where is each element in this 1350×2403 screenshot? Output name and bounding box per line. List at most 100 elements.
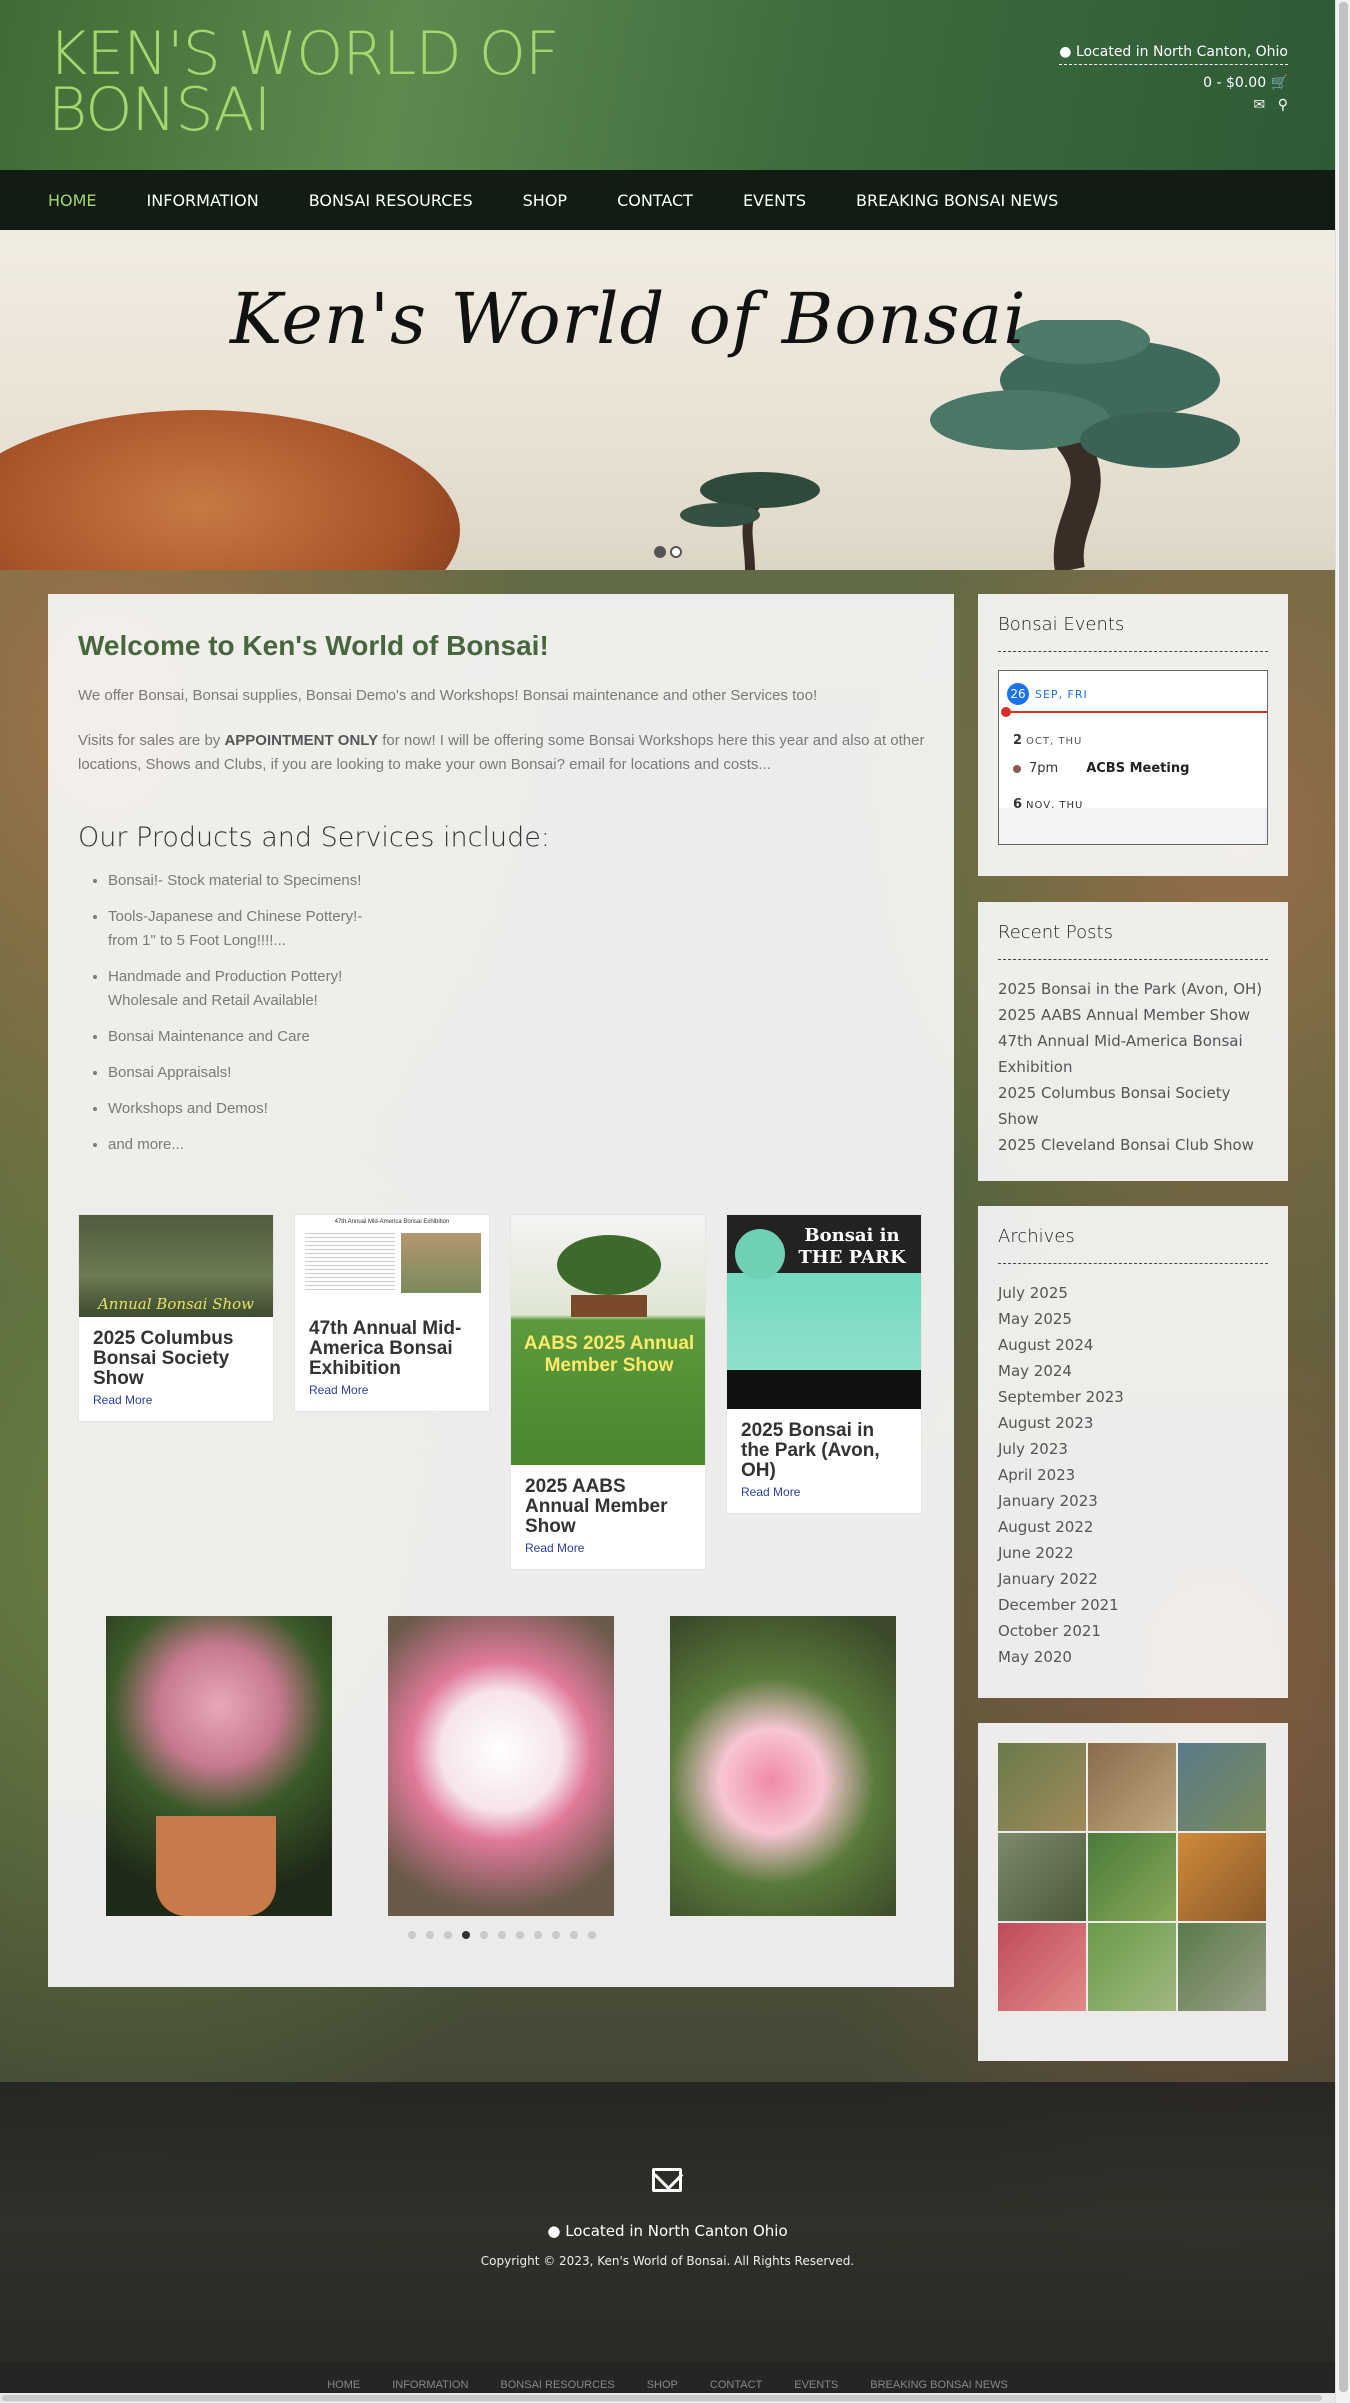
archive-link[interactable]: August 2022 bbox=[998, 1514, 1268, 1540]
post-card-aabs[interactable]: AABS 2025 Annual Member Show 2025 AABS A… bbox=[510, 1214, 706, 1570]
gallery-image-azalea-pot[interactable] bbox=[106, 1616, 332, 1916]
post-title[interactable]: 47th Annual Mid-America Bonsai Exhibitio… bbox=[295, 1307, 489, 1379]
archive-link[interactable]: April 2023 bbox=[998, 1462, 1268, 1488]
photo-thumbnail[interactable] bbox=[998, 1833, 1086, 1921]
envelope-icon[interactable]: ✉ bbox=[1254, 97, 1266, 113]
read-more-link[interactable]: Read More bbox=[79, 1389, 273, 1421]
gallery-dot[interactable] bbox=[408, 1931, 416, 1939]
photo-thumbnail[interactable] bbox=[998, 1743, 1086, 1831]
calendar-day-label: OCT, THU bbox=[1026, 736, 1083, 747]
vertical-scroll-thumb[interactable] bbox=[1339, 2, 1348, 2392]
gallery-image-azalea-bloom[interactable] bbox=[388, 1616, 614, 1916]
photo-thumbnail[interactable] bbox=[1088, 1833, 1176, 1921]
site-title[interactable]: KEN'S WORLD OF BONSAI bbox=[48, 24, 568, 140]
archive-link[interactable]: July 2023 bbox=[998, 1436, 1268, 1462]
footer-nav-bonsai-resources[interactable]: BONSAI RESOURCES bbox=[500, 2379, 614, 2391]
hero-slide-dot-2[interactable] bbox=[670, 546, 682, 558]
archive-link[interactable]: August 2024 bbox=[998, 1332, 1268, 1358]
recent-post-link[interactable]: 2025 Columbus Bonsai Society Show bbox=[998, 1080, 1268, 1132]
nav-information[interactable]: INFORMATION bbox=[147, 191, 259, 210]
events-calendar[interactable]: 26 SEP, FRI 2 OCT, THU 7pm ACBS Meeting 6… bbox=[998, 670, 1268, 845]
post-thumbnail[interactable]: Bonsai in THE PARK bbox=[727, 1215, 921, 1409]
search-icon[interactable]: ⚲ bbox=[1278, 97, 1288, 113]
gallery-dot[interactable] bbox=[480, 1931, 488, 1939]
archive-link[interactable]: July 2025 bbox=[998, 1280, 1268, 1306]
nav-shop[interactable]: SHOP bbox=[523, 191, 567, 210]
read-more-link[interactable]: Read More bbox=[727, 1481, 921, 1513]
hero-slider-dots bbox=[654, 546, 682, 558]
footer-nav-events[interactable]: EVENTS bbox=[794, 2379, 838, 2391]
photo-thumbnail[interactable] bbox=[998, 1923, 1086, 2011]
archive-link[interactable]: October 2021 bbox=[998, 1618, 1268, 1644]
post-title[interactable]: 2025 AABS Annual Member Show bbox=[511, 1465, 705, 1537]
widget-bonsai-events: Bonsai Events 26 SEP, FRI 2 OCT, THU 7pm … bbox=[978, 594, 1288, 876]
intro-paragraph: We offer Bonsai, Bonsai supplies, Bonsai… bbox=[78, 687, 818, 704]
post-title[interactable]: 2025 Columbus Bonsai Society Show bbox=[79, 1317, 273, 1389]
envelope-icon[interactable] bbox=[652, 2168, 682, 2192]
photo-thumbnail[interactable] bbox=[1178, 1833, 1266, 1921]
read-more-link[interactable]: Read More bbox=[511, 1537, 705, 1569]
hero-slide-dot-1[interactable] bbox=[654, 546, 666, 558]
photo-thumbnail[interactable] bbox=[1088, 1923, 1176, 2011]
footer-nav-breaking-bonsai-news[interactable]: BREAKING BONSAI NEWS bbox=[870, 2379, 1008, 2391]
recent-post-link[interactable]: 2025 Cleveland Bonsai Club Show bbox=[998, 1132, 1268, 1158]
gallery-dot[interactable] bbox=[570, 1931, 578, 1939]
post-card-bonsai-park[interactable]: Bonsai in THE PARK 2025 Bonsai in the Pa… bbox=[726, 1214, 922, 1514]
post-title[interactable]: 2025 Bonsai in the Park (Avon, OH) bbox=[727, 1409, 921, 1481]
post-card-mid-america[interactable]: 47th Annual Mid-America Bonsai Exhibitio… bbox=[294, 1214, 490, 1412]
read-more-link[interactable]: Read More bbox=[295, 1379, 489, 1411]
gallery-dot[interactable] bbox=[534, 1931, 542, 1939]
gallery-dot[interactable] bbox=[462, 1931, 470, 1939]
site-header: KEN'S WORLD OF BONSAI ● Located in North… bbox=[0, 0, 1335, 170]
gallery-dot[interactable] bbox=[552, 1931, 560, 1939]
photo-thumbnail[interactable] bbox=[1088, 1743, 1176, 1831]
archive-link[interactable]: August 2023 bbox=[998, 1410, 1268, 1436]
header-location[interactable]: ● Located in North Canton, Ohio bbox=[1059, 44, 1288, 65]
footer-nav-shop[interactable]: SHOP bbox=[647, 2379, 678, 2391]
gallery-image-azalea-cluster[interactable] bbox=[670, 1616, 896, 1916]
recent-post-link[interactable]: 2025 Bonsai in the Park (Avon, OH) bbox=[998, 976, 1268, 1002]
nav-home[interactable]: HOME bbox=[48, 191, 97, 210]
archive-link[interactable]: May 2024 bbox=[998, 1358, 1268, 1384]
archive-link[interactable]: May 2025 bbox=[998, 1306, 1268, 1332]
gallery-dot[interactable] bbox=[588, 1931, 596, 1939]
footer-nav: HOME INFORMATION BONSAI RESOURCES SHOP C… bbox=[0, 2362, 1335, 2393]
footer-nav-contact[interactable]: CONTACT bbox=[710, 2379, 762, 2391]
archive-link[interactable]: June 2022 bbox=[998, 1540, 1268, 1566]
gallery-dot[interactable] bbox=[426, 1931, 434, 1939]
nav-breaking-bonsai-news[interactable]: BREAKING BONSAI NEWS bbox=[856, 191, 1058, 210]
nav-events[interactable]: EVENTS bbox=[743, 191, 806, 210]
main-nav: HOME INFORMATION BONSAI RESOURCES SHOP C… bbox=[0, 170, 1335, 230]
horizontal-scrollbar[interactable] bbox=[0, 2393, 1335, 2403]
photo-thumbnail[interactable] bbox=[1178, 1923, 1266, 2011]
archive-link[interactable]: September 2023 bbox=[998, 1384, 1268, 1410]
post-card-columbus[interactable]: Annual Bonsai Show 2025 Columbus Bonsai … bbox=[78, 1214, 274, 1422]
list-item: Tools-Japanese and Chinese Pottery!- fro… bbox=[108, 905, 388, 953]
post-thumbnail[interactable]: 47th Annual Mid-America Bonsai Exhibitio… bbox=[295, 1215, 489, 1307]
current-time-line bbox=[1003, 711, 1267, 713]
post-thumbnail[interactable]: Annual Bonsai Show bbox=[79, 1215, 273, 1317]
footer-nav-information[interactable]: INFORMATION bbox=[392, 2379, 468, 2391]
gallery-dot[interactable] bbox=[444, 1931, 452, 1939]
gallery-dot[interactable] bbox=[516, 1931, 524, 1939]
horizontal-scroll-thumb[interactable] bbox=[2, 2395, 1322, 2401]
nav-bonsai-resources[interactable]: BONSAI RESOURCES bbox=[309, 191, 473, 210]
widget-title: Archives bbox=[998, 1226, 1268, 1264]
recent-post-link[interactable]: 2025 AABS Annual Member Show bbox=[998, 1002, 1268, 1028]
hero-slider[interactable]: Ken's World of Bonsai bbox=[0, 230, 1335, 570]
post-thumbnail-text: AABS 2025 Annual Member Show bbox=[523, 1333, 695, 1376]
nav-contact[interactable]: CONTACT bbox=[617, 191, 693, 210]
archive-link[interactable]: December 2021 bbox=[998, 1592, 1268, 1618]
post-thumbnail[interactable]: AABS 2025 Annual Member Show bbox=[511, 1215, 705, 1465]
vertical-scrollbar[interactable] bbox=[1335, 0, 1350, 2403]
calendar-event[interactable]: 7pm ACBS Meeting bbox=[1013, 761, 1189, 776]
cart-link[interactable]: 0 - $0.00 🛒 bbox=[1059, 75, 1288, 91]
gallery-dot[interactable] bbox=[498, 1931, 506, 1939]
archive-link[interactable]: January 2022 bbox=[998, 1566, 1268, 1592]
archive-link[interactable]: January 2023 bbox=[998, 1488, 1268, 1514]
tree-image bbox=[557, 1235, 661, 1295]
archive-link[interactable]: May 2020 bbox=[998, 1644, 1268, 1670]
recent-post-link[interactable]: 47th Annual Mid-America Bonsai Exhibitio… bbox=[998, 1028, 1268, 1080]
photo-thumbnail[interactable] bbox=[1178, 1743, 1266, 1831]
footer-nav-home[interactable]: HOME bbox=[327, 2379, 360, 2391]
